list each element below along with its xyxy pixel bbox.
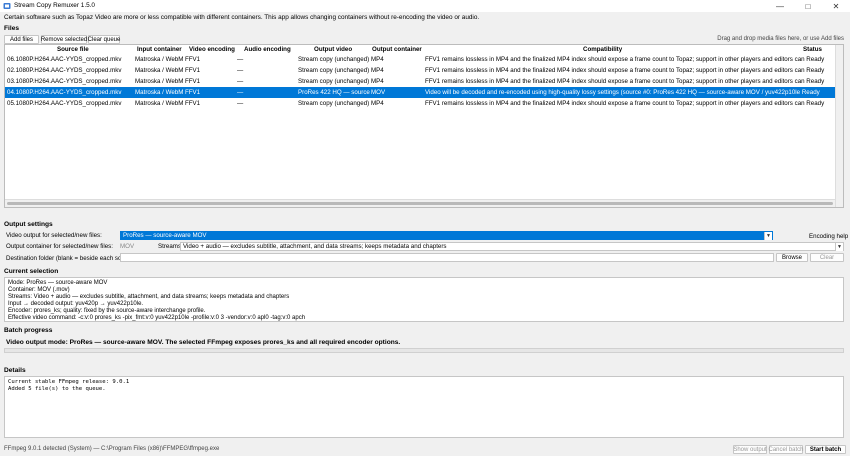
cell-output-video: Stream copy (unchanged)	[298, 56, 370, 63]
batch-progress-message: Video output mode: ProRes — source-aware…	[6, 339, 401, 346]
selection-line: Streams: Video + audio — excludes subtit…	[8, 294, 290, 300]
close-icon[interactable]: ✕	[822, 0, 850, 12]
cell-video-encoding: FFV1	[185, 89, 201, 96]
cell-audio-encoding: —	[237, 100, 244, 107]
cell-output-container: MP4	[371, 78, 384, 85]
minimize-icon[interactable]: —	[766, 0, 794, 12]
table-row[interactable]: 03.1080P.H264.AAC-YYDS_cropped.mkv Matros…	[5, 76, 835, 87]
table-row[interactable]: 06.1080P.H264.AAC-YYDS_cropped.mkv Matros…	[5, 54, 835, 65]
column-header-compatibility[interactable]: Compatibility	[583, 45, 622, 54]
cell-compatibility: FFV1 remains lossless in MP4 and the fin…	[425, 56, 825, 63]
cell-input-container: Matroska / WebM	[135, 100, 183, 107]
streams-value: Video + audio — excludes subtitle, attac…	[183, 243, 447, 250]
cell-input-container: Matroska / WebM	[135, 89, 183, 96]
cell-source-file: 02.1080P.H264.AAC-YYDS_cropped.mkv	[7, 67, 122, 74]
column-header-input-container[interactable]: Input container	[137, 45, 182, 54]
cell-audio-encoding: —	[237, 78, 244, 85]
add-files-button[interactable]: Add files	[4, 35, 39, 44]
chevron-down-icon: ▼	[764, 232, 772, 240]
files-heading: Files	[4, 25, 20, 32]
selection-line: Input → decoded output: yuv420p → yuv422…	[8, 301, 144, 307]
maximize-icon[interactable]: □	[794, 0, 822, 12]
cell-video-encoding: FFV1	[185, 78, 201, 85]
selection-line: Encoder: prores_ks; quality: fixed by th…	[8, 308, 206, 314]
cancel-batch-button[interactable]: Cancel batch	[768, 445, 804, 454]
cell-audio-encoding: —	[237, 56, 244, 63]
column-header-video-encoding[interactable]: Video encoding	[189, 45, 235, 54]
cell-output-video: Stream copy (unchanged)	[298, 67, 370, 74]
cell-output-video: Stream copy (unchanged)	[298, 100, 370, 107]
cell-input-container: Matroska / WebM	[135, 78, 183, 85]
cell-audio-encoding: —	[237, 89, 244, 96]
details-log[interactable]: Current stable FFmpeg release: 9.0.1 Add…	[4, 376, 844, 438]
cell-compatibility: FFV1 remains lossless in MP4 and the fin…	[425, 78, 825, 85]
chevron-down-icon: ▼	[835, 243, 843, 251]
ffmpeg-status: FFmpeg 9.0.1 detected (System) — C:\Prog…	[4, 446, 220, 452]
browse-button[interactable]: Browse	[776, 253, 808, 262]
cell-output-video: Stream copy (unchanged)	[298, 78, 370, 85]
cell-output-container: MOV	[371, 89, 386, 96]
cell-source-file: 05.1080P.H264.AAC-YYDS_cropped.mkv	[7, 100, 122, 107]
cell-source-file: 04.1080P.H264.AAC-YYDS_cropped.mkv	[7, 89, 122, 96]
table-row[interactable]: 02.1080P.H264.AAC-YYDS_cropped.mkv Matros…	[5, 65, 835, 76]
current-selection-heading: Current selection	[4, 268, 59, 275]
details-heading: Details	[4, 367, 26, 374]
cell-video-encoding: FFV1	[185, 100, 201, 107]
column-header-audio-encoding[interactable]: Audio encoding	[244, 45, 291, 54]
start-batch-button[interactable]: Start batch	[805, 445, 846, 454]
column-header-output-container[interactable]: Output container	[372, 45, 422, 54]
table-row[interactable]: 05.1080P.H264.AAC-YYDS_cropped.mkv Matros…	[5, 98, 835, 109]
cell-output-container: MP4	[371, 67, 384, 74]
cell-output-container: MP4	[371, 100, 384, 107]
destination-label: Destination folder (blank = beside each …	[6, 255, 138, 262]
cell-input-container: Matroska / WebM	[135, 56, 183, 63]
film-icon	[3, 3, 11, 9]
app-description: Certain software such as Topaz Video are…	[4, 14, 480, 21]
cell-source-file: 06.1080P.H264.AAC-YYDS_cropped.mkv	[7, 56, 122, 63]
column-header-source[interactable]: Source file	[57, 45, 89, 54]
scrollbar-thumb[interactable]	[7, 202, 833, 205]
clear-queue-button[interactable]: Clear queue	[88, 35, 120, 44]
cell-compatibility: FFV1 remains lossless in MP4 and the fin…	[425, 67, 825, 74]
selection-line: Mode: ProRes — source-aware MOV	[8, 280, 108, 286]
video-output-select[interactable]: ProRes — source-aware MOV ▼	[120, 231, 773, 240]
cell-compatibility: FFV1 remains lossless in MP4 and the fin…	[425, 100, 825, 107]
table-horizontal-scrollbar[interactable]	[5, 199, 835, 207]
cell-video-encoding: FFV1	[185, 56, 201, 63]
selection-line: Container: MOV (.mov)	[8, 287, 70, 293]
show-output-button[interactable]: Show output	[733, 445, 767, 454]
clear-destination-button[interactable]: Clear	[810, 253, 844, 262]
log-line: Current stable FFmpeg release: 9.0.1	[8, 379, 130, 385]
streams-select[interactable]: Video + audio — excludes subtitle, attac…	[180, 242, 844, 251]
container-label: Output container for selected/new files:	[6, 243, 113, 250]
cell-output-video: ProRes 422 HQ — source-a	[298, 89, 370, 96]
selection-line: Effective video command: -c:v:0 prores_k…	[8, 315, 306, 321]
cell-audio-encoding: —	[237, 67, 244, 74]
cell-video-encoding: FFV1	[185, 67, 201, 74]
cell-source-file: 03.1080P.H264.AAC-YYDS_cropped.mkv	[7, 78, 122, 85]
destination-input[interactable]	[120, 253, 774, 262]
batch-progress-bar	[4, 348, 844, 353]
drop-hint: Drag and drop media files here, or use A…	[717, 36, 844, 42]
remove-selected-button[interactable]: Remove selected	[41, 35, 87, 44]
video-output-label: Video output for selected/new files:	[6, 232, 102, 239]
window-title: Stream Copy Remuxer 1.5.0	[14, 2, 95, 9]
container-select[interactable]: MOV	[120, 243, 134, 250]
table-vertical-scrollbar[interactable]	[835, 45, 843, 207]
video-output-value: ProRes — source-aware MOV	[123, 232, 207, 239]
title-bar: Stream Copy Remuxer 1.5.0 — □ ✕	[0, 0, 850, 12]
current-selection-box[interactable]: Mode: ProRes — source-aware MOV Containe…	[4, 277, 844, 322]
cell-input-container: Matroska / WebM	[135, 67, 183, 74]
column-header-output-video[interactable]: Output video	[314, 45, 352, 54]
output-settings-heading: Output settings	[4, 221, 53, 228]
cell-compatibility: Video will be decoded and re-encoded usi…	[425, 89, 820, 96]
table-row[interactable]: 04.1080P.H264.AAC-YYDS_cropped.mkv Matros…	[5, 87, 835, 98]
files-table[interactable]: Source file Input container Video encodi…	[4, 44, 844, 208]
log-line: Added 5 file(s) to the queue.	[8, 385, 106, 392]
cell-output-container: MP4	[371, 56, 384, 63]
column-header-status[interactable]: Status	[803, 45, 822, 54]
encoding-help-link[interactable]: Encoding help	[809, 233, 848, 240]
batch-progress-heading: Batch progress	[4, 327, 53, 334]
